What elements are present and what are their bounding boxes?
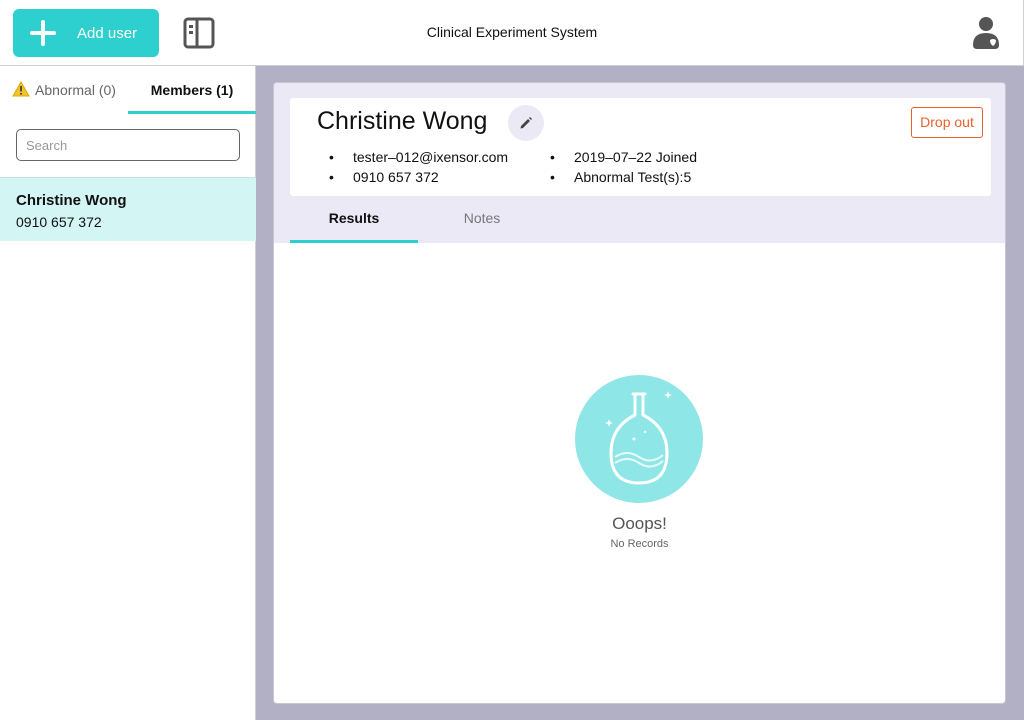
top-header: Add user Clinical Experiment System [0,0,1024,66]
abnormal-tests: Abnormal Test(s):5 [550,169,691,185]
drop-out-button[interactable]: Drop out [911,107,983,138]
empty-state-title: Ooops! [612,514,667,533]
empty-state-subtitle: No Records [610,538,669,550]
tab-members-label: Members (1) [150,82,234,98]
tab-members[interactable]: Members (1) [128,66,256,114]
flask-icon [575,375,703,503]
list-tabs: Abnormal (0) Members (1) [0,66,256,114]
list-item[interactable]: Christine Wong 0910 657 372 [0,177,256,241]
tab-abnormal[interactable]: Abnormal (0) [0,66,128,114]
member-detail-phone: 0910 657 372 [329,169,439,185]
tab-results[interactable]: Results [290,196,418,243]
member-name: Christine Wong [16,192,127,209]
member-email: tester–012@ixensor.com [329,149,508,165]
search-input[interactable] [16,129,240,161]
member-phone: 0910 657 372 [16,214,102,230]
joined-date: 2019–07–22 Joined [550,149,697,165]
tab-notes[interactable]: Notes [418,196,546,243]
member-info: Christine Wong Drop out tester–012@ixens… [290,98,991,196]
member-detail-card: Christine Wong Drop out tester–012@ixens… [273,82,1006,704]
app-title: Clinical Experiment System [426,24,598,40]
main-area: Christine Wong Drop out tester–012@ixens… [256,66,1024,720]
warning-icon [12,68,30,116]
member-detail-name: Christine Wong [317,107,488,135]
pencil-icon [520,117,532,129]
member-list-panel: Abnormal (0) Members (1) Christine Wong … [0,66,256,720]
edit-button[interactable] [508,105,544,141]
tab-abnormal-label: Abnormal (0) [35,82,116,98]
user-account-icon[interactable] [971,15,1001,51]
detail-header: Christine Wong Drop out tester–012@ixens… [274,83,1005,243]
